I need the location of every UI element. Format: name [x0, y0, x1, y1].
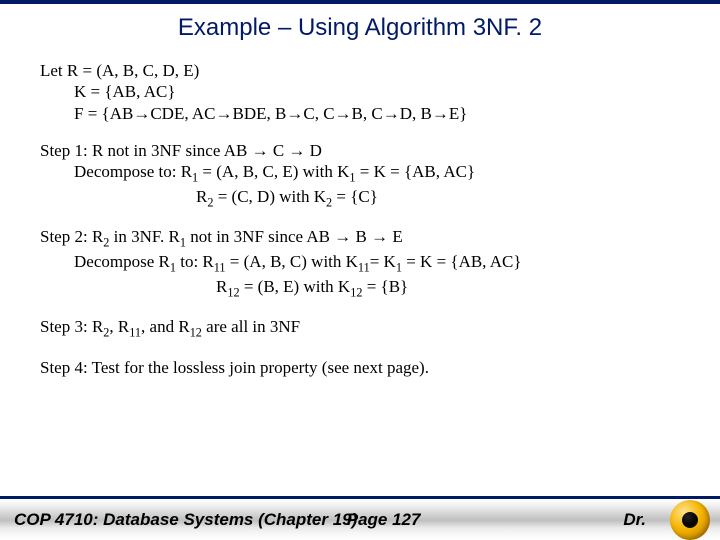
given-k: K = {AB, AC}: [40, 81, 680, 102]
step2-line3: R12 = (B, E) with K12 = {B}: [40, 276, 680, 301]
given-r: Let R = (A, B, C, D, E): [40, 60, 680, 81]
step3-block: Step 3: R2, R11, and R12 are all in 3NF: [40, 316, 680, 341]
step2-line1: Step 2: R2 in 3NF. R1 not in 3NF since A…: [40, 226, 680, 251]
step2-line2: Decompose R1 to: R11 = (A, B, C) with K1…: [40, 251, 680, 276]
given-block: Let R = (A, B, C, D, E) K = {AB, AC} F =…: [40, 60, 680, 124]
step1-line1: Step 1: R not in 3NF since AB → C → D: [40, 140, 680, 161]
slide-title: Example – Using Algorithm 3NF. 2: [0, 14, 720, 42]
step1-line2: Decompose to: R1 = (A, B, C, E) with K1 …: [40, 161, 680, 186]
title-area: Example – Using Algorithm 3NF. 2: [0, 4, 720, 60]
step1-line3: R2 = (C, D) with K2 = {C}: [40, 186, 680, 211]
step2-block: Step 2: R2 in 3NF. R1 not in 3NF since A…: [40, 226, 680, 300]
ucf-logo-icon: [670, 500, 710, 540]
slide-content: Let R = (A, B, C, D, E) K = {AB, AC} F =…: [0, 60, 720, 378]
step1-block: Step 1: R not in 3NF since AB → C → D De…: [40, 140, 680, 211]
footer-author: Dr.: [623, 510, 646, 530]
footer-course: COP 4710: Database Systems (Chapter 19): [14, 510, 357, 530]
step4-block: Step 4: Test for the lossless join prope…: [40, 357, 680, 378]
footer-bar: COP 4710: Database Systems (Chapter 19) …: [0, 499, 720, 540]
footer: COP 4710: Database Systems (Chapter 19) …: [0, 496, 720, 540]
footer-page: Page 127: [347, 510, 421, 530]
given-f: F = {AB→CDE, AC→BDE, B→C, C→B, C→D, B→E}: [40, 103, 680, 124]
